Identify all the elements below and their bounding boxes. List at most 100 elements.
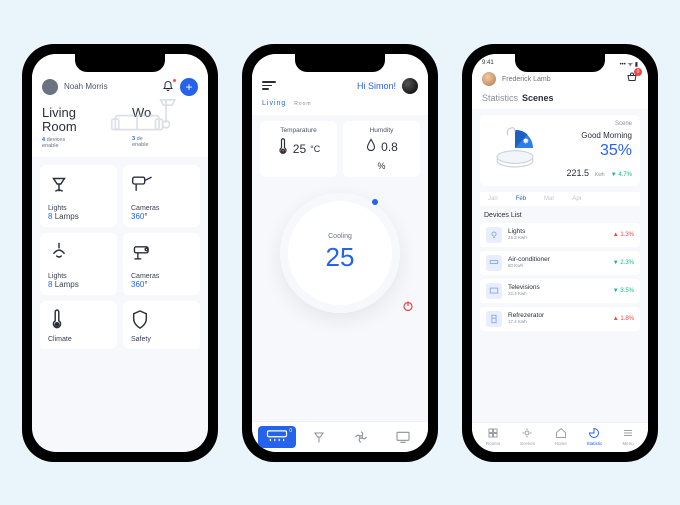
pendant-icon: [48, 241, 109, 263]
temperature-card[interactable]: Temparature 25 °C: [260, 121, 337, 177]
kwh-unit: Kwh: [595, 172, 605, 178]
metric-label: Temparature: [266, 127, 331, 134]
card-safety[interactable]: Safety: [123, 301, 200, 349]
card-cameras-2[interactable]: Cameras 360°: [123, 233, 200, 295]
nav-statistic[interactable]: Statistic: [587, 427, 603, 446]
fridge-icon: [486, 311, 502, 327]
status-icons: ••• ᯤ ▮: [620, 60, 638, 68]
card-label: Lights: [48, 205, 109, 212]
scene-chart-card[interactable]: Scene Good Morning 35% 221.5 Kwh ▼ 4.7%: [480, 115, 640, 186]
metrics-row: Temparature 25 °C Humdity 0.8 %: [252, 115, 428, 183]
phone-frame-1: Noah Morris + Living: [22, 44, 218, 462]
card-value: 8 Lamps: [48, 280, 109, 289]
screen-1: Noah Morris + Living: [32, 54, 208, 452]
room-sub: 4 devices enable: [42, 137, 102, 149]
user-name: Noah Morris: [64, 82, 156, 91]
status-time: 9:41: [482, 60, 494, 68]
badge: 0: [289, 428, 292, 434]
card-value: 360°: [131, 212, 192, 221]
menu-icon[interactable]: [262, 79, 276, 92]
bell-icon[interactable]: [162, 79, 174, 94]
month-apr[interactable]: Apr: [572, 196, 581, 202]
screen-3: 9:41 ••• ᯤ ▮ Frederick Lamb StatisticsSc…: [472, 54, 648, 452]
avatar[interactable]: [42, 79, 58, 95]
room-living[interactable]: Living Room 4 devices enable: [42, 106, 102, 150]
delta-up-icon: ▲ 1.3%: [613, 232, 634, 238]
device-footer: 0: [252, 421, 428, 452]
avatar[interactable]: [402, 78, 418, 94]
card-label: Climate: [48, 336, 109, 343]
pie-chart-icon: [488, 121, 542, 175]
droplet-icon: [365, 138, 377, 157]
card-cameras[interactable]: Cameras 360°: [123, 165, 200, 227]
device-row[interactable]: Lights25.3 Kwh ▲ 1.3%: [480, 223, 640, 247]
nav-menu[interactable]: Menu: [622, 427, 634, 446]
sofa-illustration-icon: [110, 98, 180, 147]
rooms-strip[interactable]: Living Room 4 devices enable Wo 3 de ena…: [32, 102, 208, 158]
stats-tabs[interactable]: StatisticsScenes: [472, 93, 648, 109]
camera-icon: [131, 173, 192, 195]
card-lights[interactable]: Lights 8 Lamps: [40, 165, 117, 227]
month-tabs[interactable]: Jan Feb Mar Apr: [480, 192, 640, 206]
footer-ac[interactable]: 0: [258, 426, 296, 448]
delta-up-icon: ▲ 1.8%: [613, 316, 634, 322]
month-feb[interactable]: Feb: [516, 196, 526, 202]
dial-mode: Cooling: [328, 233, 352, 240]
card-value: 8 Lamps: [48, 212, 109, 221]
card-label: Lights: [48, 273, 109, 280]
user-name: Frederick Lamb: [502, 76, 626, 83]
phone-frame-3: 9:41 ••• ᯤ ▮ Frederick Lamb StatisticsSc…: [462, 44, 658, 462]
metric-label: Humdity: [349, 127, 414, 134]
dial-value: 25: [326, 242, 355, 273]
add-button[interactable]: +: [180, 78, 198, 96]
tv-icon: [486, 283, 502, 299]
breadcrumb[interactable]: Living Room: [252, 98, 428, 115]
kwh-value: 221.5: [566, 168, 589, 178]
card-lights-2[interactable]: Lights 8 Lamps: [40, 233, 117, 295]
scene-pct: 35%: [550, 142, 632, 160]
bottom-nav: Rooms Scenes Home Statistic Menu: [472, 422, 648, 452]
footer-lamp[interactable]: [300, 426, 338, 448]
hum-value: 0.8: [381, 140, 398, 154]
temp-unit: °C: [310, 144, 320, 154]
card-label: Cameras: [131, 205, 192, 212]
security-cam-icon: [131, 241, 192, 263]
screen-2: Hi Simon! Living Room Temparature 25 °C …: [252, 54, 428, 452]
phone-frame-2: Hi Simon! Living Room Temparature 25 °C …: [242, 44, 438, 462]
nav-home[interactable]: Home: [555, 427, 567, 446]
month-mar[interactable]: Mar: [544, 196, 554, 202]
footer-fan[interactable]: [342, 426, 380, 448]
lamp-icon: [48, 173, 109, 195]
thermometer-icon: [277, 138, 289, 161]
card-climate[interactable]: Climate: [40, 301, 117, 349]
device-row[interactable]: Televisions22.4 Kwh ▼ 3.5%: [480, 279, 640, 303]
room-title: Living Room: [42, 106, 102, 135]
humidity-card[interactable]: Humdity 0.8 %: [343, 121, 420, 177]
hum-unit: %: [349, 161, 414, 171]
delta-down-icon: ▼ 2.3%: [613, 260, 634, 266]
cart-icon[interactable]: [626, 72, 638, 87]
device-row[interactable]: Refrezerator17.4 Kwh ▲ 1.8%: [480, 307, 640, 331]
power-icon[interactable]: [402, 300, 414, 315]
scene-label: Scene: [550, 121, 632, 127]
device-row[interactable]: Air-conditioner60 Kwh ▼ 2.3%: [480, 251, 640, 275]
scene-info: Scene Good Morning 35% 221.5 Kwh ▼ 4.7%: [550, 121, 632, 178]
nav-rooms[interactable]: Rooms: [486, 427, 500, 446]
thermostat-dial[interactable]: Cooling 25: [252, 183, 428, 313]
temp-value: 25: [293, 142, 306, 156]
avatar[interactable]: [482, 72, 496, 86]
card-label: Safety: [131, 336, 192, 343]
devices-list-title: Devices List: [484, 212, 636, 219]
thermometer-icon: [48, 309, 109, 331]
card-label: Cameras: [131, 273, 192, 280]
nav-scenes[interactable]: Scenes: [520, 427, 535, 446]
delta-down-icon: ▼ 3.5%: [613, 288, 634, 294]
kwh-delta: ▼ 4.7%: [611, 172, 632, 178]
month-jan[interactable]: Jan: [488, 196, 498, 202]
light-icon: [486, 227, 502, 243]
greeting: Hi Simon!: [276, 81, 402, 91]
footer-tv[interactable]: [384, 426, 422, 448]
device-grid: Lights 8 Lamps Cameras 360° Lights: [32, 157, 208, 357]
scene-name: Good Morning: [550, 131, 632, 140]
card-value: 360°: [131, 280, 192, 289]
